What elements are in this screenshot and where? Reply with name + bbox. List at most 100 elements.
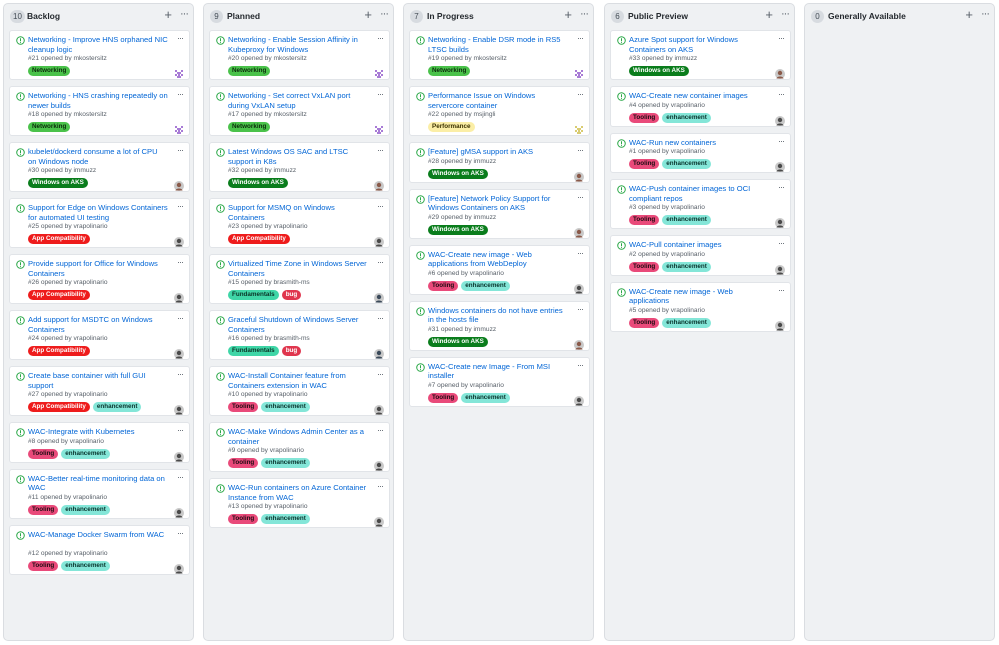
user-avatar[interactable] [374, 458, 384, 471]
issue-label[interactable]: bug [281, 346, 302, 356]
issue-title-link[interactable]: Networking - Enable Session Affinity in … [228, 35, 368, 54]
card-menu-kebab-icon[interactable]: ··· [778, 285, 785, 295]
issue-label[interactable]: enhancement [662, 215, 711, 225]
issue-label[interactable]: enhancement [261, 514, 310, 524]
issue-card[interactable]: Support for Edge on Windows Containers f… [9, 198, 190, 248]
issue-card[interactable]: Windows containers do not have entries i… [409, 300, 590, 351]
issue-label[interactable]: Networking [28, 66, 71, 76]
issue-label[interactable]: Tooling [228, 514, 259, 524]
issue-label[interactable]: enhancement [92, 402, 142, 412]
add-card-plus-icon[interactable]: + [364, 7, 372, 23]
issue-label[interactable]: Tooling [428, 392, 459, 403]
issue-title-link[interactable]: Networking - Set correct VxLAN port duri… [228, 91, 368, 110]
issue-title-link[interactable]: Windows containers do not have entries i… [428, 306, 568, 325]
issue-title-link[interactable]: [Feature] Network Policy Support for Win… [428, 194, 568, 213]
card-menu-kebab-icon[interactable]: ··· [377, 425, 384, 435]
issue-title-link[interactable]: WAC-Create new container images [629, 91, 769, 101]
user-avatar[interactable] [174, 561, 184, 574]
card-menu-kebab-icon[interactable]: ··· [177, 257, 184, 267]
user-avatar[interactable] [574, 122, 584, 134]
issue-card[interactable]: Latest Windows OS SAC and LTSC support i… [209, 142, 390, 192]
issue-label[interactable]: enhancement [261, 402, 310, 412]
issue-label[interactable]: Tooling [629, 317, 660, 328]
issue-label[interactable]: Windows on AKS [629, 66, 689, 76]
user-avatar[interactable] [574, 66, 584, 78]
user-avatar[interactable] [374, 290, 384, 303]
column-menu-kebab-icon[interactable]: ··· [981, 7, 990, 21]
issue-card[interactable]: Networking - Enable Session Affinity in … [209, 30, 390, 80]
issue-title-link[interactable]: WAC-Better real-time monitoring data on … [28, 474, 168, 493]
card-menu-kebab-icon[interactable]: ··· [177, 145, 184, 155]
user-avatar[interactable] [374, 122, 384, 134]
issue-title-link[interactable]: WAC-Manage Docker Swarm from WAC [28, 530, 168, 540]
card-menu-kebab-icon[interactable]: ··· [778, 238, 785, 248]
issue-title-link[interactable]: Add support for MSDTC on Windows Contain… [28, 315, 168, 334]
issue-label[interactable]: bug [281, 290, 302, 300]
column-menu-kebab-icon[interactable]: ··· [580, 7, 589, 21]
card-menu-kebab-icon[interactable]: ··· [577, 145, 584, 155]
card-menu-kebab-icon[interactable]: ··· [377, 257, 384, 267]
issue-card[interactable]: Networking - HNS crashing repeatedly on … [9, 86, 190, 136]
card-menu-kebab-icon[interactable]: ··· [377, 313, 384, 323]
issue-label[interactable]: enhancement [461, 392, 510, 403]
card-menu-kebab-icon[interactable]: ··· [377, 89, 384, 99]
issue-label[interactable]: Tooling [629, 215, 660, 225]
issue-label[interactable]: enhancement [662, 261, 711, 272]
issue-card[interactable]: WAC-Create new image - Web applications … [409, 244, 590, 295]
issue-title-link[interactable]: Create base container with full GUI supp… [28, 371, 168, 390]
user-avatar[interactable] [574, 393, 584, 406]
user-avatar[interactable] [775, 113, 785, 126]
add-card-plus-icon[interactable]: + [765, 7, 773, 23]
card-menu-kebab-icon[interactable]: ··· [577, 192, 584, 202]
column-menu-kebab-icon[interactable]: ··· [180, 7, 189, 21]
issue-card[interactable]: Networking - Improve HNS orphaned NIC cl… [9, 30, 190, 80]
card-menu-kebab-icon[interactable]: ··· [377, 369, 384, 379]
issue-card[interactable]: WAC-Push container images to OCI complia… [610, 179, 791, 229]
issue-title-link[interactable]: Networking - Enable DSR mode in RS5 LTSC… [428, 35, 568, 54]
issue-title-link[interactable]: Graceful Shutdown of Windows Server Cont… [228, 315, 368, 334]
issue-card[interactable]: WAC-Run new containers ··· #1 opened by vr… [610, 132, 791, 173]
issue-title-link[interactable]: WAC-Make Windows Admin Center as a conta… [228, 427, 368, 446]
issue-label[interactable]: enhancement [662, 159, 711, 169]
issue-title-link[interactable]: WAC-Pull container images [629, 240, 769, 250]
card-menu-kebab-icon[interactable]: ··· [177, 425, 184, 435]
issue-label[interactable]: Tooling [629, 112, 660, 123]
issue-title-link[interactable]: WAC-Run containers on Azure Container In… [228, 483, 368, 502]
user-avatar[interactable] [174, 122, 184, 134]
issue-card[interactable]: WAC-Make Windows Admin Center as a conta… [209, 422, 390, 472]
card-menu-kebab-icon[interactable]: ··· [778, 89, 785, 99]
issue-label[interactable]: Fundamentals [228, 346, 279, 356]
card-menu-kebab-icon[interactable]: ··· [577, 304, 584, 314]
user-avatar[interactable] [374, 234, 384, 247]
issue-label[interactable]: App Compatibility [28, 402, 90, 412]
issue-card[interactable]: Azure Spot support for Windows Container… [610, 30, 791, 80]
user-avatar[interactable] [775, 215, 785, 228]
issue-label[interactable]: Networking [228, 122, 271, 132]
issue-title-link[interactable]: Performance Issue on Windows servercore … [428, 91, 568, 110]
card-menu-kebab-icon[interactable]: ··· [577, 248, 584, 258]
user-avatar[interactable] [775, 66, 785, 79]
user-avatar[interactable] [374, 402, 384, 415]
issue-label[interactable]: Tooling [428, 280, 459, 291]
issue-label[interactable]: Tooling [28, 560, 59, 571]
card-menu-kebab-icon[interactable]: ··· [177, 528, 184, 538]
issue-title-link[interactable]: [Feature] gMSA support in AKS [428, 147, 568, 157]
issue-label[interactable]: Tooling [28, 504, 59, 515]
issue-card[interactable]: Provide support for Office for Windows C… [9, 254, 190, 304]
card-menu-kebab-icon[interactable]: ··· [577, 33, 584, 43]
issue-title-link[interactable]: Networking - Improve HNS orphaned NIC cl… [28, 35, 168, 54]
add-card-plus-icon[interactable]: + [965, 7, 973, 23]
issue-label[interactable]: Tooling [629, 159, 660, 169]
user-avatar[interactable] [574, 337, 584, 350]
card-menu-kebab-icon[interactable]: ··· [377, 201, 384, 211]
issue-card[interactable]: kubelet/dockerd consume a lot of CPU on … [9, 142, 190, 192]
issue-card[interactable]: Virtualized Time Zone in Windows Server … [209, 254, 390, 304]
add-card-plus-icon[interactable]: + [164, 7, 172, 23]
issue-title-link[interactable]: WAC-Create new image - Web applications [629, 287, 769, 306]
card-menu-kebab-icon[interactable]: ··· [778, 136, 785, 146]
issue-title-link[interactable]: WAC-Create new Image - From MSI installe… [428, 362, 568, 381]
user-avatar[interactable] [174, 178, 184, 191]
card-menu-kebab-icon[interactable]: ··· [177, 313, 184, 323]
issue-card[interactable]: WAC-Run containers on Azure Container In… [209, 478, 390, 528]
issue-label[interactable]: enhancement [61, 504, 110, 515]
